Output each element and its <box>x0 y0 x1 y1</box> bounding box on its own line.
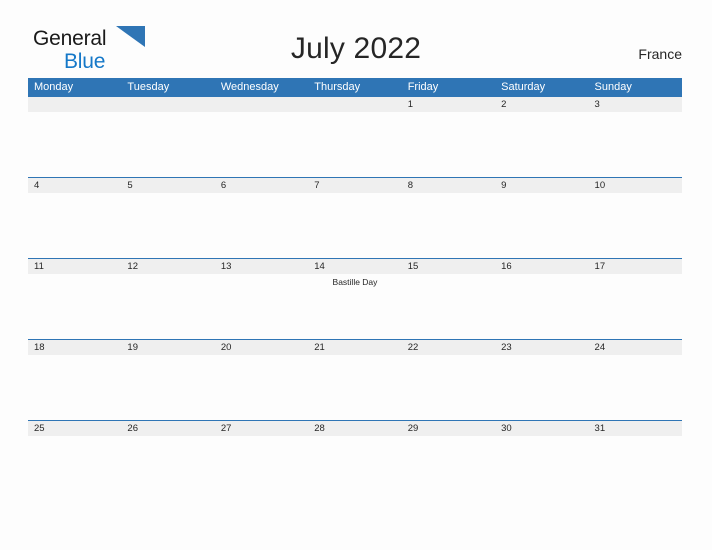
day-number[interactable]: 2 <box>495 97 588 112</box>
day-cell-bastille-day[interactable]: Bastille Day <box>308 274 401 339</box>
weekday-header-tuesday: Tuesday <box>127 81 170 93</box>
week-row: 11 12 13 14 15 16 17 Bastille Day <box>28 258 682 339</box>
day-cell[interactable] <box>495 274 588 339</box>
day-cell[interactable] <box>402 274 495 339</box>
day-number[interactable]: 13 <box>215 259 308 274</box>
day-number[interactable]: 22 <box>402 340 495 355</box>
day-cell[interactable] <box>495 436 588 501</box>
week-row: 18 19 20 21 22 23 24 <box>28 339 682 420</box>
day-event: Bastille Day <box>332 277 378 287</box>
day-cell[interactable] <box>215 112 308 177</box>
day-number[interactable]: 7 <box>308 178 401 193</box>
day-number[interactable]: 27 <box>215 421 308 436</box>
day-cell[interactable] <box>28 193 121 258</box>
day-cell[interactable] <box>28 112 121 177</box>
week-date-band: 1 2 3 <box>28 96 682 112</box>
day-number[interactable] <box>215 97 308 112</box>
day-cell[interactable] <box>121 274 214 339</box>
day-number[interactable]: 16 <box>495 259 588 274</box>
day-cell[interactable] <box>215 193 308 258</box>
day-number[interactable]: 12 <box>121 259 214 274</box>
day-number[interactable]: 3 <box>589 97 682 112</box>
day-number[interactable]: 18 <box>28 340 121 355</box>
day-number[interactable]: 24 <box>589 340 682 355</box>
day-number[interactable] <box>28 97 121 112</box>
day-number[interactable]: 28 <box>308 421 401 436</box>
country-label: France <box>638 46 682 62</box>
day-cell[interactable] <box>495 355 588 420</box>
week-body <box>28 112 682 177</box>
day-number[interactable]: 8 <box>402 178 495 193</box>
day-number[interactable]: 25 <box>28 421 121 436</box>
day-cell[interactable] <box>215 274 308 339</box>
week-date-band: 25 26 27 28 29 30 31 <box>28 420 682 436</box>
weekday-header-monday: Monday <box>34 81 74 93</box>
day-number[interactable]: 29 <box>402 421 495 436</box>
day-number[interactable]: 17 <box>589 259 682 274</box>
week-body <box>28 436 682 501</box>
day-cell[interactable] <box>495 112 588 177</box>
day-cell[interactable] <box>402 112 495 177</box>
day-cell[interactable] <box>402 193 495 258</box>
day-number[interactable]: 1 <box>402 97 495 112</box>
day-cell[interactable] <box>308 436 401 501</box>
day-cell[interactable] <box>589 193 682 258</box>
day-number[interactable]: 30 <box>495 421 588 436</box>
day-cell[interactable] <box>589 112 682 177</box>
day-number[interactable]: 20 <box>215 340 308 355</box>
week-date-band: 18 19 20 21 22 23 24 <box>28 339 682 355</box>
day-number[interactable]: 19 <box>121 340 214 355</box>
weekday-header-wednesday: Wednesday <box>220 81 279 93</box>
day-number[interactable]: 31 <box>589 421 682 436</box>
week-body: Bastille Day <box>28 274 682 339</box>
weekday-header-saturday: Saturday <box>501 81 546 93</box>
day-number[interactable]: 6 <box>215 178 308 193</box>
day-cell[interactable] <box>495 193 588 258</box>
day-number[interactable]: 14 <box>308 259 401 274</box>
week-body <box>28 355 682 420</box>
week-row: 1 2 3 <box>28 96 682 177</box>
week-row: 25 26 27 28 29 30 31 <box>28 420 682 501</box>
day-cell[interactable] <box>308 193 401 258</box>
day-cell[interactable] <box>589 355 682 420</box>
day-number[interactable]: 21 <box>308 340 401 355</box>
day-number[interactable] <box>121 97 214 112</box>
page-title: July 2022 <box>290 32 422 65</box>
day-cell[interactable] <box>121 355 214 420</box>
day-cell[interactable] <box>215 355 308 420</box>
weekday-header-friday: Friday <box>407 81 439 93</box>
day-cell[interactable] <box>121 112 214 177</box>
page-header: General Blue July 2022 France <box>0 0 712 78</box>
calendar-grid: Monday Tuesday Wednesday Thursday Friday… <box>28 78 682 501</box>
day-cell[interactable] <box>308 112 401 177</box>
day-number[interactable]: 4 <box>28 178 121 193</box>
day-cell[interactable] <box>28 355 121 420</box>
weekday-header-thursday: Thursday <box>314 81 361 93</box>
day-cell[interactable] <box>402 355 495 420</box>
day-cell[interactable] <box>589 274 682 339</box>
week-row: 4 5 6 7 8 9 10 <box>28 177 682 258</box>
weekday-header-sunday: Sunday <box>594 81 632 93</box>
weekday-header-row: Monday Tuesday Wednesday Thursday Friday… <box>28 78 682 96</box>
day-cell[interactable] <box>215 436 308 501</box>
day-number[interactable]: 11 <box>28 259 121 274</box>
day-number[interactable]: 15 <box>402 259 495 274</box>
day-cell[interactable] <box>28 274 121 339</box>
week-body <box>28 193 682 258</box>
day-number[interactable]: 23 <box>495 340 588 355</box>
day-number[interactable]: 5 <box>121 178 214 193</box>
day-cell[interactable] <box>402 436 495 501</box>
week-date-band: 11 12 13 14 15 16 17 <box>28 258 682 274</box>
week-date-band: 4 5 6 7 8 9 10 <box>28 177 682 193</box>
day-cell[interactable] <box>121 193 214 258</box>
day-cell[interactable] <box>121 436 214 501</box>
day-number[interactable]: 26 <box>121 421 214 436</box>
day-number[interactable] <box>308 97 401 112</box>
day-cell[interactable] <box>308 355 401 420</box>
day-cell[interactable] <box>589 436 682 501</box>
day-number[interactable]: 9 <box>495 178 588 193</box>
day-cell[interactable] <box>28 436 121 501</box>
day-number[interactable]: 10 <box>589 178 682 193</box>
